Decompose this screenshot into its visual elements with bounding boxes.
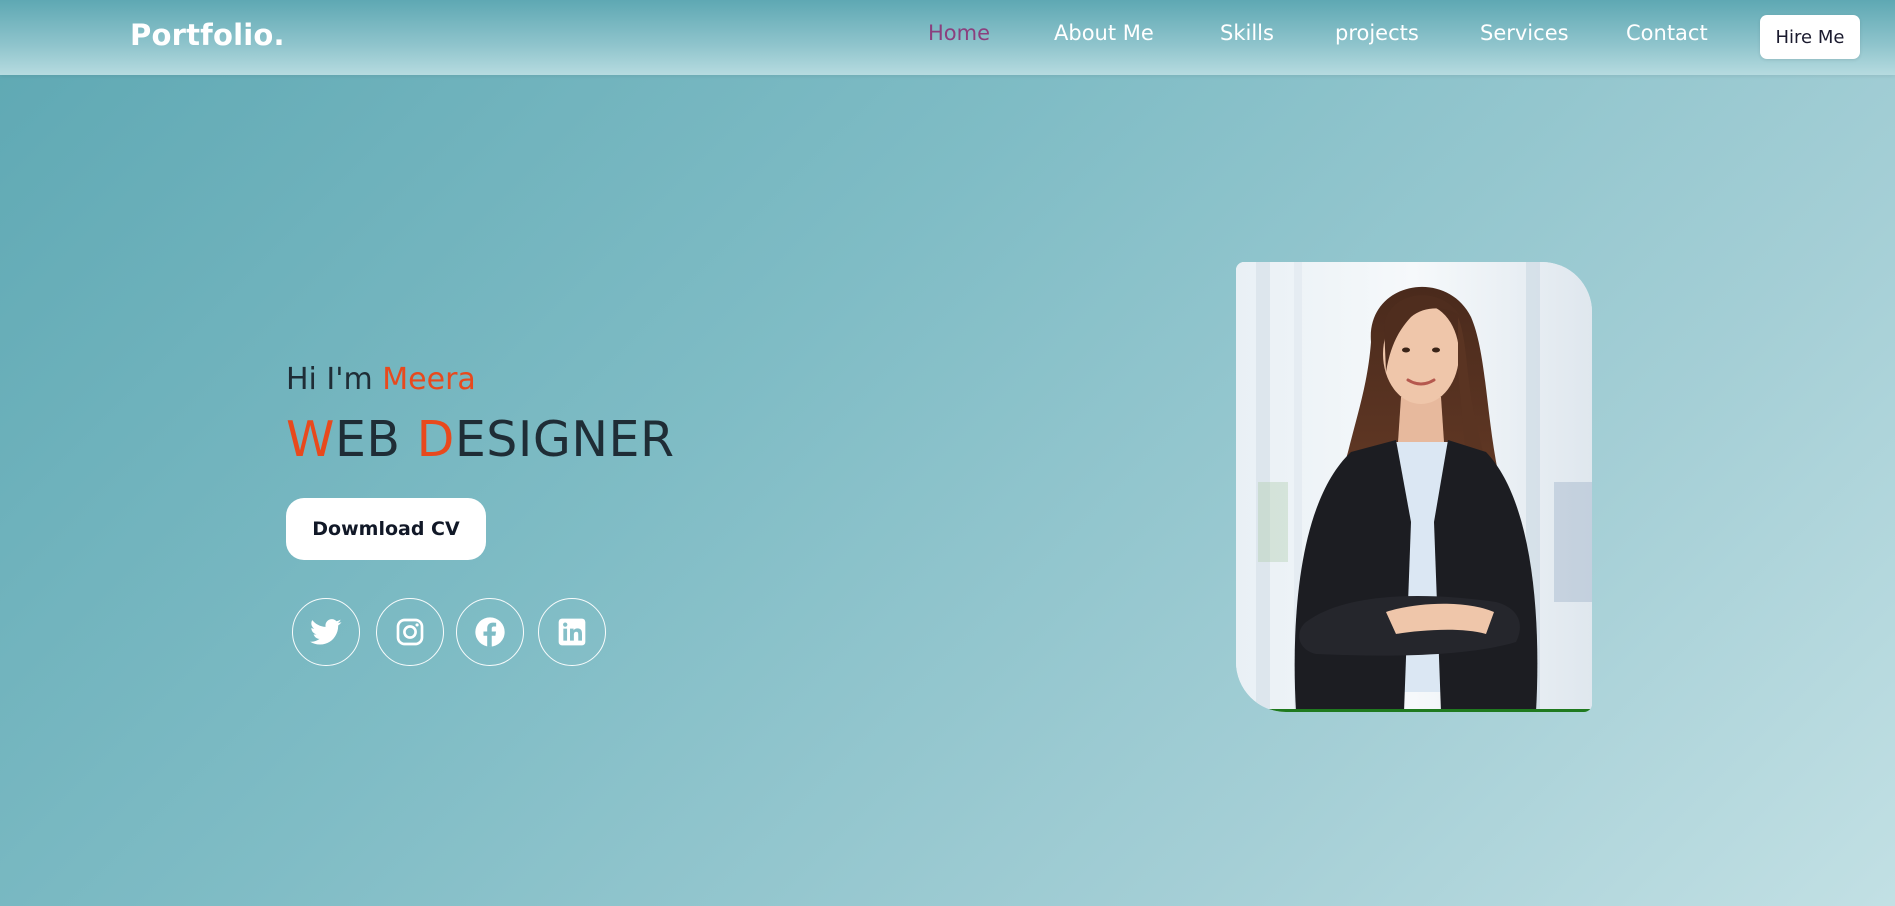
title-word-1-rest: EB xyxy=(334,411,417,468)
profile-photo xyxy=(1236,262,1592,712)
nav-link-skills[interactable]: Skills xyxy=(1220,21,1274,45)
hero-text: Hi I'm Meera WEB DESIGNER xyxy=(286,358,675,470)
profile-illustration xyxy=(1236,262,1592,712)
instagram-link[interactable] xyxy=(376,598,444,666)
hire-me-button[interactable]: Hire Me xyxy=(1760,15,1860,59)
title-initial-d: D xyxy=(416,411,455,468)
twitter-link[interactable] xyxy=(292,598,360,666)
hero-title: WEB DESIGNER xyxy=(286,410,675,470)
nav-link-contact[interactable]: Contact xyxy=(1626,21,1708,45)
navbar: Portfolio. Home About Me Skills projects… xyxy=(0,0,1895,75)
nav-link-services[interactable]: Services xyxy=(1480,21,1569,45)
download-cv-button[interactable]: Dowmload CV xyxy=(286,498,486,560)
facebook-icon xyxy=(475,617,505,647)
facebook-link[interactable] xyxy=(456,598,524,666)
greeting: Hi I'm Meera xyxy=(286,358,675,402)
hero-name: Meera xyxy=(382,362,476,397)
nav-link-home[interactable]: Home xyxy=(928,21,990,45)
nav-link-projects[interactable]: projects xyxy=(1335,21,1419,45)
title-initial-w: W xyxy=(286,411,335,468)
nav-links: Home About Me Skills projects Services C… xyxy=(0,21,1895,51)
instagram-icon xyxy=(396,618,424,646)
title-word-2-rest: ESIGNER xyxy=(454,411,675,468)
linkedin-icon xyxy=(558,618,586,646)
nav-link-about[interactable]: About Me xyxy=(1054,21,1154,45)
twitter-icon xyxy=(310,619,342,645)
greeting-prefix: Hi I'm xyxy=(286,362,383,397)
linkedin-link[interactable] xyxy=(538,598,606,666)
